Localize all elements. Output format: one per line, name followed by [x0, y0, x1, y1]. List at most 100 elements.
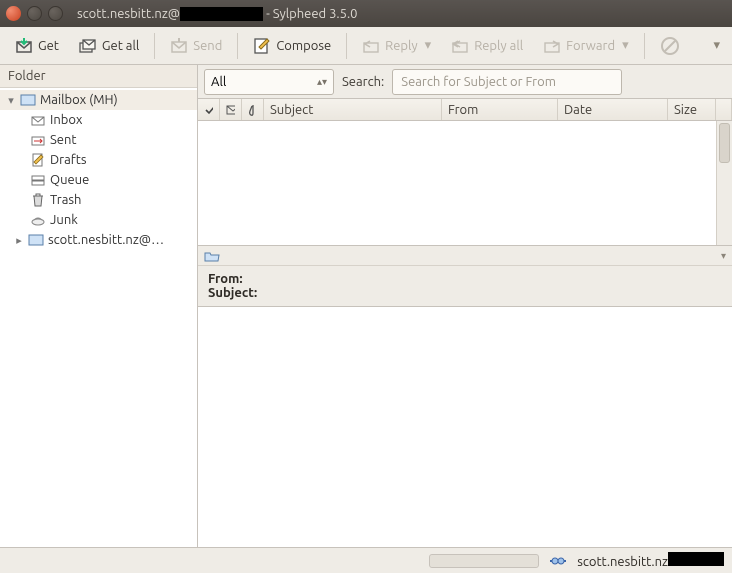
progress-bar: [429, 554, 539, 568]
search-label: Search:: [342, 75, 384, 89]
forward-button: Forward ▾: [534, 32, 637, 60]
from-label: From:: [208, 272, 243, 286]
folder-label: Sent: [50, 133, 77, 147]
folder-tree[interactable]: ▾ Mailbox (MH) Inbox Sent Drafts Queue: [0, 88, 197, 547]
reply-label: Reply: [385, 39, 418, 53]
reply-all-label: Reply all: [474, 39, 523, 53]
toolbar-separator: [644, 33, 645, 59]
folder-sidebar: Folder ▾ Mailbox (MH) Inbox Sent Drafts: [0, 65, 198, 547]
column-size[interactable]: Size: [668, 99, 716, 120]
folder-open-icon[interactable]: [204, 248, 220, 264]
send-label: Send: [193, 39, 222, 53]
folder-account[interactable]: ▸ scott.nesbitt.nz@…: [0, 230, 197, 250]
status-bar: scott.nesbitt.nz: [0, 547, 732, 573]
column-mark[interactable]: [198, 99, 220, 120]
expand-toggle[interactable]: ▸: [14, 234, 24, 247]
reply-all-button: Reply all: [442, 32, 532, 60]
folder-label: Queue: [50, 173, 89, 187]
folder-label: Drafts: [50, 153, 86, 167]
stop-button: [651, 31, 689, 61]
toolbar: Get Get all Send Compose Reply ▾ Reply a…: [0, 27, 732, 65]
trash-icon: [30, 192, 46, 208]
forward-label: Forward: [566, 39, 615, 53]
window-title: scott.nesbitt.nz@xxxx - Sylpheed 3.5.0: [77, 7, 357, 21]
window-maximize-button[interactable]: [48, 6, 63, 21]
reply-icon: [362, 37, 380, 55]
toolbar-menu-button[interactable]: ▾: [707, 34, 726, 57]
toolbar-separator: [237, 33, 238, 59]
filter-combo-value: All: [211, 75, 226, 89]
forward-icon: [543, 37, 561, 55]
folder-label: Trash: [50, 193, 81, 207]
chevron-updown-icon: ▴▾: [317, 76, 327, 88]
compose-label: Compose: [276, 39, 331, 53]
attachment-icon: [248, 103, 257, 117]
column-from[interactable]: From: [442, 99, 558, 120]
message-list-body: [198, 121, 732, 245]
reply-all-icon: [451, 37, 469, 55]
folder-label: scott.nesbitt.nz@…: [48, 233, 164, 247]
expand-toggle[interactable]: ▾: [6, 94, 16, 107]
inbox-icon: [30, 112, 46, 128]
folder-mailbox[interactable]: ▾ Mailbox (MH): [0, 90, 197, 110]
sent-icon: [30, 132, 46, 148]
checkmark-icon: [204, 104, 213, 116]
column-subject[interactable]: Subject: [264, 99, 442, 120]
column-date[interactable]: Date: [558, 99, 668, 120]
right-pane: All ▴▾ Search: Subject From Date Size: [198, 65, 732, 547]
sidebar-header: Folder: [0, 65, 197, 88]
window-titlebar: scott.nesbitt.nz@xxxx - Sylpheed 3.5.0: [0, 0, 732, 27]
compose-button[interactable]: Compose: [244, 32, 340, 60]
folder-label: Mailbox (MH): [40, 93, 118, 107]
folder-sent[interactable]: Sent: [0, 130, 197, 150]
message-list-pane: Subject From Date Size: [198, 99, 732, 246]
column-scroll-spacer: [716, 99, 732, 120]
window-minimize-button[interactable]: [27, 6, 42, 21]
folder-drafts[interactable]: Drafts: [0, 150, 197, 170]
get-label: Get: [38, 39, 59, 53]
message-list-rows[interactable]: [198, 121, 716, 245]
toolbar-separator: [154, 33, 155, 59]
account-folder-icon: [28, 232, 44, 248]
search-input[interactable]: [392, 69, 622, 95]
toolbar-separator: [346, 33, 347, 59]
stop-icon: [660, 36, 680, 56]
collapse-toggle[interactable]: ▾: [721, 250, 726, 262]
compose-icon: [253, 37, 271, 55]
message-list-scrollbar[interactable]: [716, 121, 732, 245]
chevron-down-icon: ▾: [425, 38, 432, 53]
reply-button: Reply ▾: [353, 32, 440, 60]
get-all-button[interactable]: Get all: [70, 32, 148, 60]
mid-strip: ▾: [198, 246, 732, 266]
window-close-button[interactable]: [6, 6, 21, 21]
drafts-icon: [30, 152, 46, 168]
message-header: From: Subject:: [198, 266, 732, 307]
mail-get-all-icon: [79, 37, 97, 55]
junk-icon: [30, 212, 46, 228]
folder-inbox[interactable]: Inbox: [0, 110, 197, 130]
folder-junk[interactable]: Junk: [0, 210, 197, 230]
folder-trash[interactable]: Trash: [0, 190, 197, 210]
chevron-down-icon: ▾: [622, 38, 629, 53]
folder-label: Inbox: [50, 113, 82, 127]
message-body[interactable]: [198, 307, 732, 547]
scrollbar-thumb[interactable]: [719, 123, 730, 163]
folder-queue[interactable]: Queue: [0, 170, 197, 190]
send-button: Send: [161, 32, 231, 60]
mailbox-icon: [20, 92, 36, 108]
folder-label: Junk: [50, 213, 78, 227]
main-area: Folder ▾ Mailbox (MH) Inbox Sent Drafts: [0, 65, 732, 547]
filter-bar: All ▴▾ Search:: [198, 65, 732, 99]
envelope-icon: [226, 105, 235, 115]
status-account[interactable]: scott.nesbitt.nz: [577, 552, 724, 569]
mail-send-icon: [170, 37, 188, 55]
message-list-header: Subject From Date Size: [198, 99, 732, 121]
online-icon[interactable]: [549, 555, 567, 567]
get-button[interactable]: Get: [6, 32, 68, 60]
mail-get-icon: [15, 37, 33, 55]
filter-combo[interactable]: All ▴▾: [204, 69, 334, 95]
get-all-label: Get all: [102, 39, 139, 53]
queue-icon: [30, 172, 46, 188]
column-attachment[interactable]: [242, 99, 264, 120]
column-status[interactable]: [220, 99, 242, 120]
